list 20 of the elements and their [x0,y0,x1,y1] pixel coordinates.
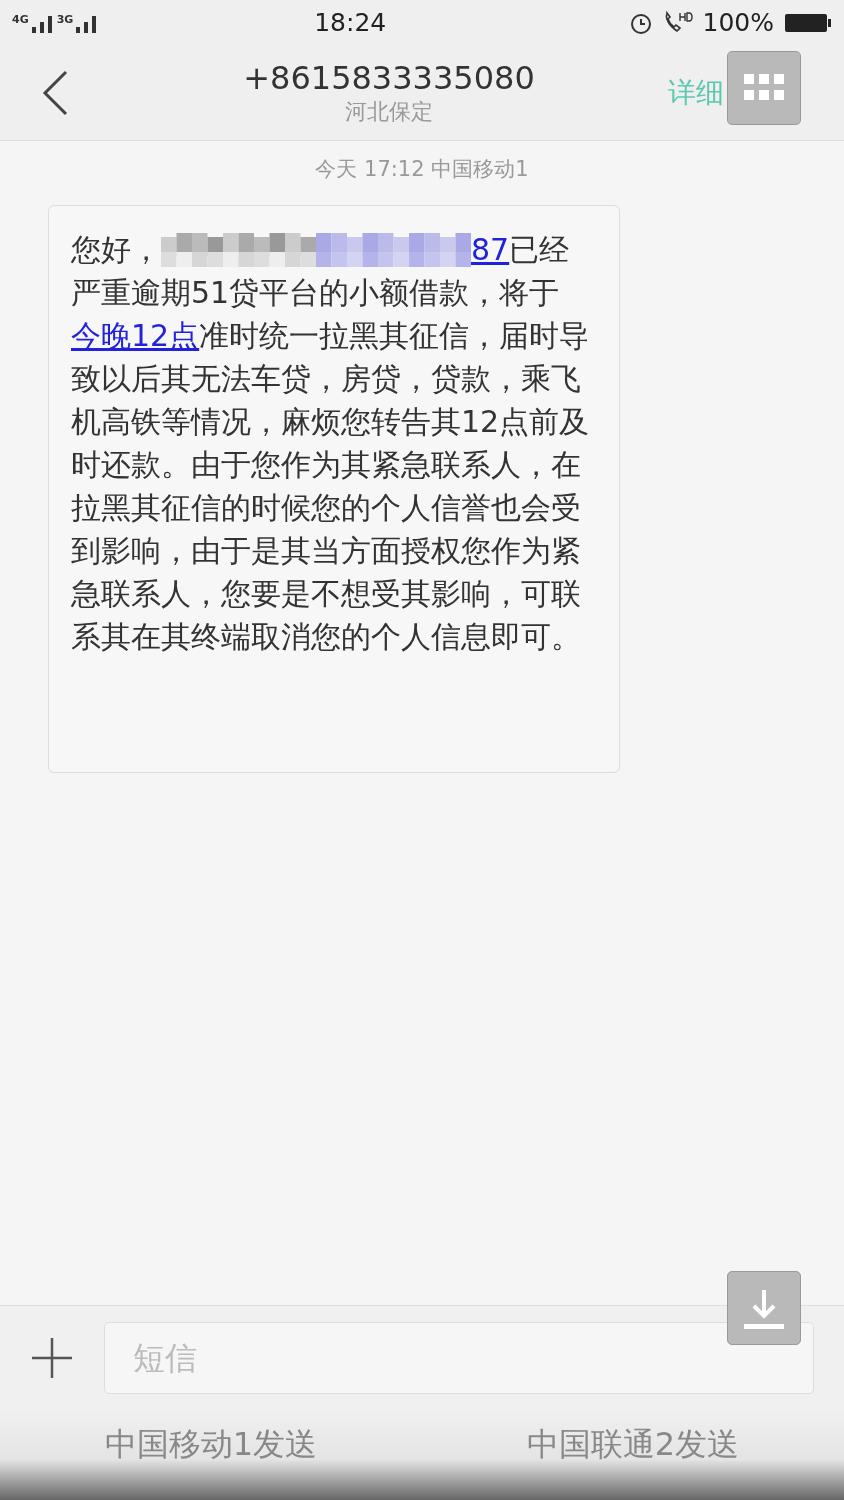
send-button[interactable]: 中国联通2发送 [422,1422,844,1468]
battery-icon [784,11,832,34]
details-link[interactable]: 详细 [668,73,724,112]
contact-location: 河北保定 [345,97,433,126]
message-text: 您好， 87已经严重逾期51贷平台的小额借款，将于 今晚12点准时统一拉黑其征信，届时导致以后其无法车贷，房贷，贷款，乘飞机高铁等情况，麻烦您转告其12点前及时还款。由于您作为其紧急联系人，在拉黑其征信的时候您的个人信誉也会受到影响，由于是其当方面授权您作为紧急联系人，您要是不想受其影响，可联系其在其终端取消您的个人信息即可。 [71,231,591,656]
network-label: 3G [56,12,74,26]
add-button[interactable] [30,1336,74,1380]
plus-icon [30,1336,74,1380]
message-link[interactable]: 87 [471,232,510,267]
back-icon [42,69,68,116]
message-link[interactable]: 今晚12点 [71,318,200,353]
floating-grid-button[interactable] [727,51,801,125]
message-input[interactable]: 短信 [104,1322,814,1394]
network-label: 4G [12,12,29,26]
message-timestamp: 今天 17:12 中国移动1 [314,156,530,183]
contact-number: +8615833335080 [243,58,535,97]
grid-icon [744,74,784,102]
clock-time: 18:24 [314,8,387,37]
battery-percent: 100% [702,8,774,37]
send-button[interactable]: 中国移动1发送 [0,1422,422,1468]
